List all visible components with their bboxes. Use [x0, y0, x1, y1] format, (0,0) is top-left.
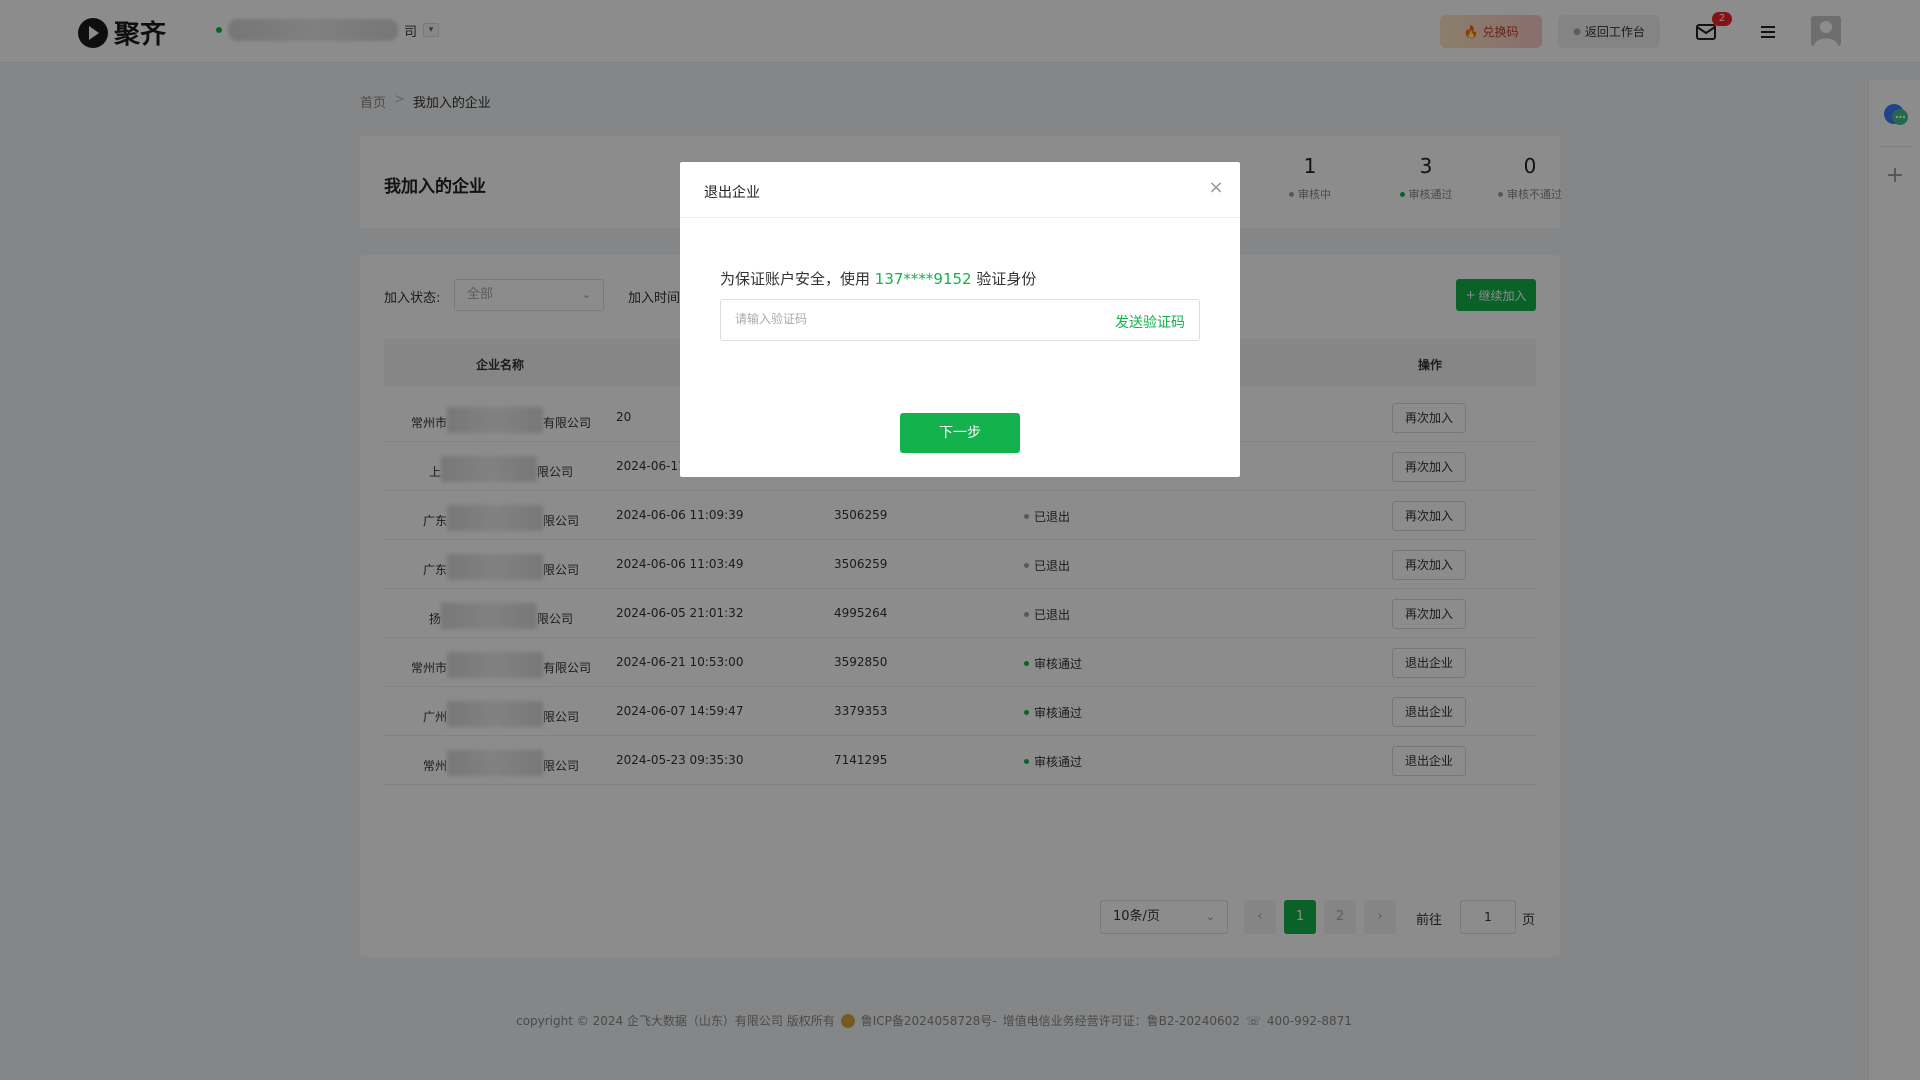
- message-prefix: 为保证账户安全，使用: [720, 270, 871, 288]
- dialog-header: 退出企业 ×: [680, 162, 1240, 218]
- verification-message: 为保证账户安全，使用 137****9152 验证身份: [720, 268, 1036, 289]
- dialog-title: 退出企业: [704, 185, 760, 201]
- masked-phone: 137****9152: [874, 270, 972, 288]
- send-code-link[interactable]: 发送验证码: [1115, 312, 1185, 332]
- verification-code-input[interactable]: [735, 312, 1065, 326]
- quit-enterprise-dialog: 退出企业 × 为保证账户安全，使用 137****9152 验证身份 发送验证码…: [680, 162, 1240, 477]
- verification-code-field: 发送验证码: [720, 299, 1200, 341]
- message-suffix: 验证身份: [976, 270, 1037, 288]
- next-step-button[interactable]: 下一步: [900, 413, 1020, 453]
- close-icon[interactable]: ×: [1206, 178, 1226, 198]
